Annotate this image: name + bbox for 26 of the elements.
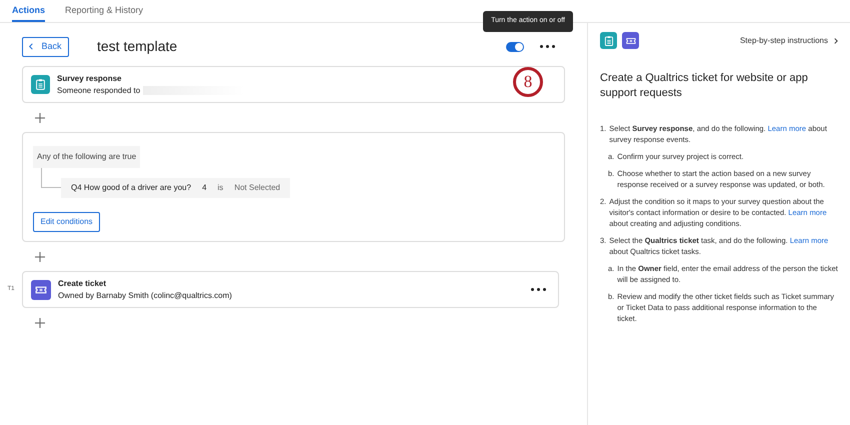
chevron-right-icon [834, 38, 838, 44]
template-title: test template [97, 37, 178, 56]
task-subtitle: Owned by Barnaby Smith (colinc@qualtrics.com) [58, 290, 232, 302]
callout-number: 8 [513, 67, 543, 97]
condition-answer: Not Selected [234, 182, 280, 194]
task-title: Create ticket [58, 278, 108, 290]
tab[interactable]: Actions [12, 4, 46, 22]
event-subtitle: Someone responded to [57, 84, 140, 96]
edit-conditions-button[interactable]: Edit conditions [33, 212, 100, 232]
instructions-heading: Create a Qualtrics ticket for website or app support requests [600, 71, 809, 101]
add-step-button[interactable] [34, 316, 46, 328]
condition-operator: is [218, 182, 224, 194]
instructions-link[interactable]: Step-by-step instructions [740, 34, 838, 46]
condition-value: 4 [202, 182, 207, 194]
back-button[interactable]: Back [22, 36, 69, 56]
toggle-switch[interactable] [506, 42, 524, 52]
clipboard-icon [34, 78, 47, 91]
condition-question: Q4 How good of a driver are you? [71, 182, 192, 194]
event-title: Survey response [57, 72, 122, 84]
add-step-button[interactable] [34, 250, 46, 262]
add-step-button[interactable] [34, 112, 46, 124]
task-card[interactable]: Create ticket Owned by Barnaby Smith (colinc@qualtrics.com) [22, 271, 559, 308]
condition-group-label: Any of the following are true [33, 146, 140, 168]
chevron-left-icon [29, 43, 34, 50]
tab[interactable]: Reporting & History [65, 4, 144, 22]
condition-row[interactable]: Q4 How good of a driver are you? 4 is Not Selected [61, 178, 290, 198]
